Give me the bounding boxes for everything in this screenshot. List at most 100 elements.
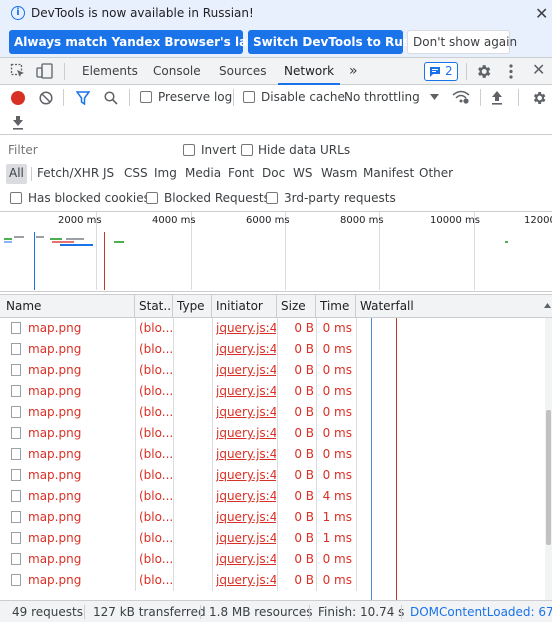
column-header-name[interactable]: Name <box>0 295 135 317</box>
request-name[interactable]: map.png <box>28 549 133 570</box>
request-initiator-link[interactable]: jquery.js:4 <box>216 486 276 507</box>
column-header-type[interactable]: Type <box>173 295 212 317</box>
request-name[interactable]: map.png <box>28 402 133 423</box>
table-row[interactable]: map.png (blo... jquery.js:4 0 B 0 ms <box>0 339 545 360</box>
request-initiator-link[interactable]: jquery.js:4 <box>216 339 276 360</box>
overview-timeline[interactable]: 2000 ms 4000 ms 6000 ms 8000 ms 10000 ms… <box>0 212 552 292</box>
type-filter-doc[interactable]: Doc <box>262 164 285 184</box>
table-row[interactable]: map.png (blo... jquery.js:4 0 B 4 ms <box>0 486 545 507</box>
import-har-icon[interactable] <box>490 90 504 105</box>
request-name[interactable]: map.png <box>28 318 133 339</box>
dont-show-again-button[interactable]: Don't show again <box>407 30 517 54</box>
tab-network[interactable]: Network <box>278 58 341 85</box>
issues-count: 2 <box>445 64 453 78</box>
request-name[interactable]: map.png <box>28 423 133 444</box>
disable-cache-checkbox[interactable] <box>243 91 255 103</box>
type-filter-wasm[interactable]: Wasm <box>321 164 357 184</box>
table-row[interactable]: map.png (blo... jquery.js:4 0 B 0 ms <box>0 570 545 591</box>
filter-input[interactable]: Filter <box>4 139 174 161</box>
column-header-initiator[interactable]: Initiator <box>212 295 277 317</box>
request-name[interactable]: map.png <box>28 339 133 360</box>
request-initiator-link[interactable]: jquery.js:4 <box>216 570 276 591</box>
vertical-scrollbar[interactable] <box>545 318 552 600</box>
requests-grid-header: Name Stat... Type Initiator Size Time Wa… <box>0 294 552 318</box>
issues-counter-button[interactable]: 2 <box>424 62 458 81</box>
request-initiator-link[interactable]: jquery.js:4 <box>216 360 276 381</box>
type-filter-js[interactable]: JS <box>103 164 114 184</box>
export-har-icon[interactable] <box>11 115 25 130</box>
hide-data-urls-checkbox[interactable] <box>241 144 253 156</box>
request-initiator-link[interactable]: jquery.js:4 <box>216 402 276 423</box>
table-row[interactable]: map.png (blo... jquery.js:4 0 B 1 ms <box>0 507 545 528</box>
type-filter-other[interactable]: Other <box>419 164 453 184</box>
request-status: (blo... <box>139 510 172 524</box>
table-row[interactable]: map.png (blo... jquery.js:4 0 B 0 ms <box>0 381 545 402</box>
request-initiator-link[interactable]: jquery.js:4 <box>216 528 276 549</box>
request-name[interactable]: map.png <box>28 507 133 528</box>
search-icon[interactable] <box>104 91 118 105</box>
filter-funnel-icon[interactable] <box>76 91 90 105</box>
type-filter-manifest[interactable]: Manifest <box>363 164 414 184</box>
has-blocked-cookies-checkbox[interactable] <box>10 192 22 204</box>
table-row[interactable]: map.png (blo... jquery.js:4 0 B 0 ms <box>0 444 545 465</box>
chevron-down-icon[interactable] <box>430 94 439 100</box>
more-tabs-chevron-icon[interactable]: » <box>349 58 358 85</box>
type-filter-fetch-xhr[interactable]: Fetch/XHR <box>37 164 99 184</box>
tab-console[interactable]: Console <box>153 58 201 85</box>
type-filter-all[interactable]: All <box>6 164 27 184</box>
table-row[interactable]: map.png (blo... jquery.js:4 0 B 0 ms <box>0 402 545 423</box>
request-name[interactable]: map.png <box>28 570 133 591</box>
column-header-waterfall[interactable]: Waterfall <box>356 295 545 317</box>
type-filter-font[interactable]: Font <box>228 164 254 184</box>
table-row[interactable]: map.png (blo... jquery.js:4 0 B 0 ms <box>0 549 545 570</box>
table-row[interactable]: map.png (blo... jquery.js:4 0 B 0 ms <box>0 360 545 381</box>
tab-sources[interactable]: Sources <box>219 58 266 85</box>
type-filter-css[interactable]: CSS <box>124 164 148 184</box>
column-header-size[interactable]: Size <box>277 295 316 317</box>
column-separator <box>135 570 136 591</box>
request-name[interactable]: map.png <box>28 486 133 507</box>
request-name[interactable]: map.png <box>28 444 133 465</box>
request-initiator-link[interactable]: jquery.js:4 <box>216 549 276 570</box>
type-filter-img[interactable]: Img <box>154 164 177 184</box>
clear-icon[interactable] <box>39 91 53 105</box>
settings-gear-icon[interactable] <box>475 63 492 80</box>
table-row[interactable]: map.png (blo... jquery.js:4 0 B 0 ms <box>0 423 545 444</box>
throttling-select[interactable]: No throttling <box>344 90 420 104</box>
invert-checkbox[interactable] <box>183 144 195 156</box>
scroll-up-arrow-icon[interactable] <box>544 302 551 309</box>
network-settings-gear-icon[interactable] <box>531 90 547 106</box>
switch-language-button[interactable]: Switch DevTools to Russian <box>248 30 438 54</box>
device-toolbar-icon[interactable] <box>36 63 54 79</box>
third-party-checkbox[interactable] <box>266 192 278 204</box>
close-icon[interactable]: ✕ <box>535 4 548 23</box>
request-type <box>177 339 210 360</box>
tab-elements[interactable]: Elements <box>82 58 138 85</box>
request-name[interactable]: map.png <box>28 360 133 381</box>
network-conditions-icon[interactable] <box>452 89 470 105</box>
request-initiator-link[interactable]: jquery.js:4 <box>216 465 276 486</box>
request-initiator-link[interactable]: jquery.js:4 <box>216 381 276 402</box>
table-row[interactable]: map.png (blo... jquery.js:4 0 B 1 ms <box>0 528 545 549</box>
close-devtools-icon[interactable]: ✕ <box>532 60 545 79</box>
column-header-time[interactable]: Time <box>316 295 356 317</box>
scrollbar-thumb[interactable] <box>546 410 551 545</box>
request-initiator-link[interactable]: jquery.js:4 <box>216 507 276 528</box>
blocked-requests-checkbox[interactable] <box>146 192 158 204</box>
inspect-element-icon[interactable] <box>10 63 26 79</box>
type-filter-ws[interactable]: WS <box>293 164 312 184</box>
preserve-log-checkbox[interactable] <box>140 91 152 103</box>
table-row[interactable]: map.png (blo... jquery.js:4 0 B 0 ms <box>0 465 545 486</box>
column-header-status[interactable]: Stat... <box>135 295 173 317</box>
request-name[interactable]: map.png <box>28 528 133 549</box>
request-initiator-link[interactable]: jquery.js:4 <box>216 423 276 444</box>
request-name[interactable]: map.png <box>28 381 133 402</box>
table-row[interactable]: map.png (blo... jquery.js:4 0 B 0 ms <box>0 318 545 339</box>
more-options-icon[interactable] <box>507 63 515 80</box>
record-icon[interactable] <box>11 91 25 105</box>
type-filter-media[interactable]: Media <box>185 164 221 184</box>
request-initiator-link[interactable]: jquery.js:4 <box>216 444 276 465</box>
match-language-button[interactable]: Always match Yandex Browser's language <box>9 30 298 54</box>
request-name[interactable]: map.png <box>28 465 133 486</box>
request-initiator-link[interactable]: jquery.js:4 <box>216 318 276 339</box>
